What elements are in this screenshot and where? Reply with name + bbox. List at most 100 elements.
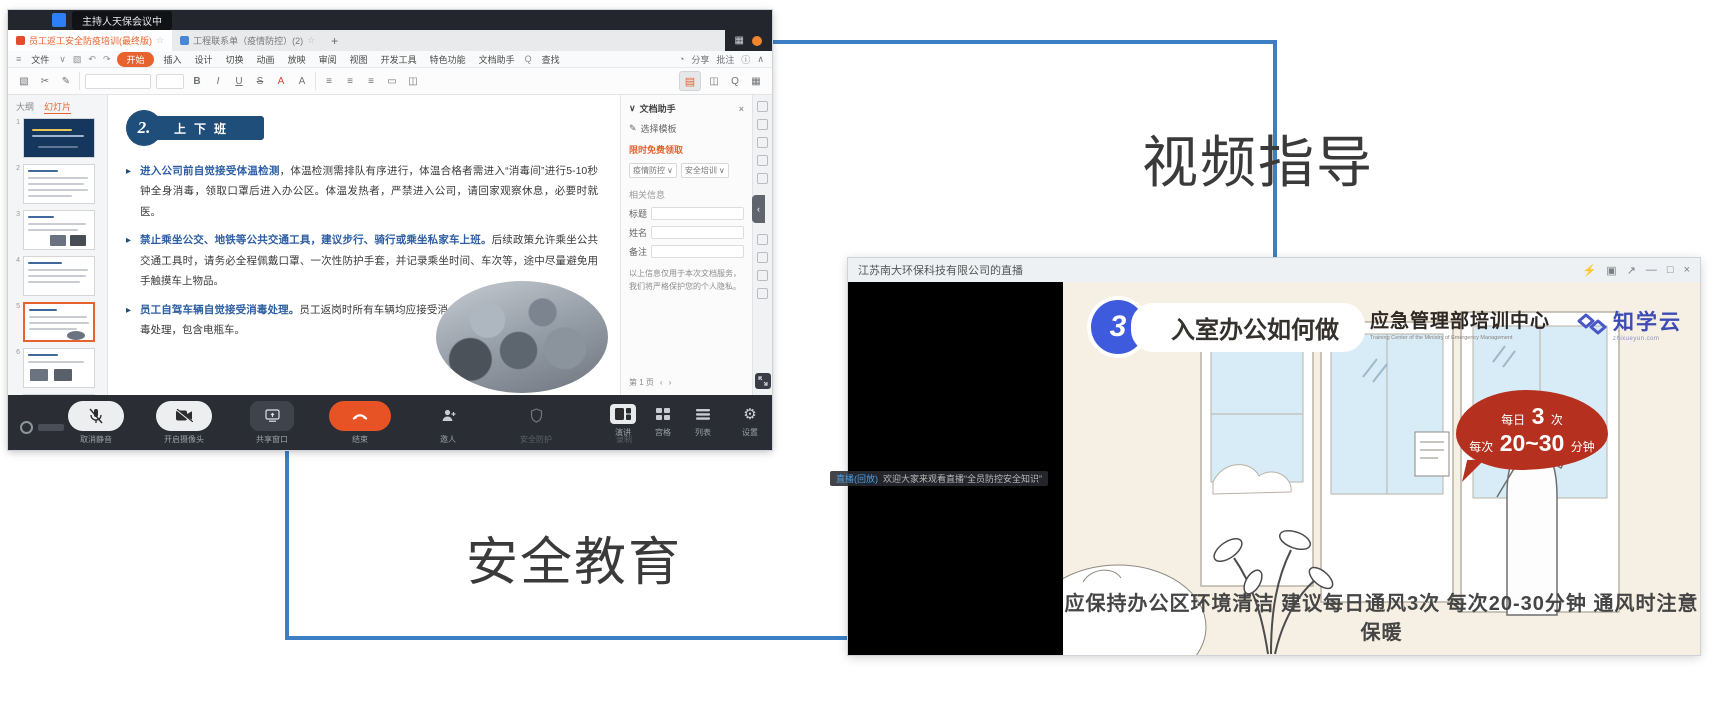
- video-content[interactable]: 3 入室办公如何做 应急管理部培训中心 Training Center of t…: [1063, 282, 1700, 655]
- grid-view-button[interactable]: 宫格: [650, 404, 676, 438]
- maximize-icon[interactable]: □: [1667, 264, 1674, 277]
- comment-button[interactable]: 批注: [716, 53, 734, 66]
- chevron-down-icon[interactable]: ∨: [629, 103, 636, 114]
- ribbon-tab-animation[interactable]: 动画: [254, 52, 278, 67]
- side-tool-icon[interactable]: [757, 155, 768, 166]
- slide-thumb-5-selected[interactable]: [23, 302, 95, 342]
- main-menu-icon[interactable]: ≡: [16, 54, 21, 64]
- unmute-button[interactable]: 取消静音: [64, 401, 128, 445]
- field-name-input[interactable]: [651, 226, 744, 239]
- invite-button[interactable]: 邀人: [416, 401, 480, 445]
- prev-page-icon[interactable]: ‹: [660, 378, 663, 387]
- slide-thumb-2[interactable]: [23, 164, 95, 204]
- star-icon[interactable]: ☆: [156, 35, 164, 46]
- slide-layout-icon[interactable]: ◫: [405, 73, 421, 89]
- ribbon-tab-slideshow[interactable]: 放映: [285, 52, 309, 67]
- ribbon-tab-review[interactable]: 审阅: [316, 52, 340, 67]
- popout-icon[interactable]: ▣: [1606, 264, 1616, 277]
- fullscreen-expand-icon[interactable]: [755, 373, 771, 389]
- select-template-type[interactable]: 疫情防控∨: [629, 163, 677, 178]
- menu-file[interactable]: 文件: [28, 52, 52, 67]
- flash-icon[interactable]: ⚡: [1583, 264, 1597, 277]
- doc-tab-2-label: 工程联系单（疫情防控）(2): [193, 34, 303, 47]
- tab-outline[interactable]: 大纲: [16, 100, 34, 114]
- paste-icon[interactable]: ▧: [16, 73, 32, 89]
- ribbon-tab-features[interactable]: 特色功能: [427, 52, 469, 67]
- security-button[interactable]: 安全防护: [504, 401, 568, 445]
- close-icon[interactable]: ×: [1684, 264, 1690, 277]
- next-page-icon[interactable]: ›: [669, 378, 672, 387]
- bold-button[interactable]: B: [189, 73, 205, 89]
- notification-icon[interactable]: ◔: [679, 54, 684, 64]
- side-tool-icon[interactable]: [757, 119, 768, 130]
- template-label[interactable]: 选择模板: [641, 122, 677, 135]
- collapse-ribbon-icon[interactable]: ∧: [757, 54, 764, 65]
- promo-link[interactable]: 限时免费领取: [629, 143, 744, 156]
- fullscreen-icon[interactable]: ↗: [1627, 264, 1636, 277]
- settings-button[interactable]: ⚙ 设置: [742, 406, 758, 438]
- save-icon[interactable]: ▧: [73, 54, 82, 65]
- format-painter-icon[interactable]: ✎: [58, 73, 74, 89]
- font-color-button[interactable]: A: [273, 73, 289, 89]
- font-name-select[interactable]: [85, 74, 151, 89]
- side-tool-icon[interactable]: [757, 288, 768, 299]
- strikethrough-button[interactable]: S: [252, 73, 268, 89]
- info-icon[interactable]: ⓘ: [741, 53, 750, 66]
- help-icon[interactable]: Q: [727, 73, 743, 89]
- video-window-titlebar[interactable]: 江苏南大环保科技有限公司的直播 ⚡ ▣ ↗ — □ ×: [848, 258, 1700, 282]
- slide-thumb-4[interactable]: [23, 256, 95, 296]
- ribbon-tab-devtools[interactable]: 开发工具: [378, 52, 420, 67]
- field-remark-input[interactable]: [651, 245, 744, 258]
- tab-slides[interactable]: 幻灯片: [44, 100, 71, 114]
- highlight-color-button[interactable]: A: [294, 73, 310, 89]
- undo-icon[interactable]: ↶: [88, 54, 96, 65]
- menu-right-cluster: ◔ 分享 批注 ⓘ ∧: [679, 53, 764, 66]
- custom-area-icon[interactable]: ▦: [748, 73, 764, 89]
- field-title-input[interactable]: [651, 207, 744, 220]
- font-size-select[interactable]: [156, 74, 184, 89]
- doc-tab-1[interactable]: 员工返工安全防疫培训(最终版) ☆: [8, 30, 172, 51]
- share-button[interactable]: 分享: [691, 53, 709, 66]
- cut-icon[interactable]: ✂: [37, 73, 53, 89]
- underline-button[interactable]: U: [231, 73, 247, 89]
- user-avatar[interactable]: [752, 36, 762, 46]
- material-library-button[interactable]: ▤: [679, 71, 701, 91]
- ribbon-tab-transition[interactable]: 切换: [223, 52, 247, 67]
- share-window-button[interactable]: 共享窗口: [240, 401, 304, 445]
- slide-thumb-6[interactable]: [23, 348, 95, 388]
- collapse-pane-handle[interactable]: ‹: [752, 195, 765, 223]
- side-tool-icon[interactable]: [757, 101, 768, 112]
- ribbon-tab-design[interactable]: 设计: [192, 52, 216, 67]
- speaker-view-button[interactable]: 演讲: [610, 404, 636, 438]
- ribbon-tab-assistant[interactable]: 文档助手: [476, 52, 518, 67]
- search-icon[interactable]: Q: [525, 54, 532, 64]
- doc-tab-2[interactable]: 工程联系单（疫情防控）(2) ☆: [172, 30, 323, 51]
- side-tool-icon[interactable]: [757, 270, 768, 281]
- side-tool-icon[interactable]: [757, 252, 768, 263]
- slide-thumb-3[interactable]: [23, 210, 95, 250]
- side-tool-icon[interactable]: [757, 137, 768, 148]
- close-icon[interactable]: ×: [739, 104, 744, 114]
- italic-button[interactable]: I: [210, 73, 226, 89]
- ribbon-tab-start[interactable]: 开始: [117, 52, 153, 67]
- new-tools-icon[interactable]: ◫: [706, 73, 722, 89]
- menu-search-label[interactable]: 查找: [539, 52, 563, 67]
- select-template-style[interactable]: 安全培训∨: [681, 163, 729, 178]
- slide-thumb-1[interactable]: [23, 118, 95, 158]
- align-left-icon[interactable]: ≡: [321, 73, 337, 89]
- ribbon-tab-insert[interactable]: 插入: [161, 52, 185, 67]
- new-tab-button[interactable]: +: [323, 34, 346, 48]
- side-tool-icon[interactable]: [757, 234, 768, 245]
- minimize-icon[interactable]: —: [1646, 264, 1657, 277]
- apps-grid-icon[interactable]: ▦: [735, 35, 744, 46]
- star-icon[interactable]: ☆: [307, 35, 315, 46]
- ribbon-tab-view[interactable]: 视图: [347, 52, 371, 67]
- end-meeting-button[interactable]: 结束: [328, 401, 392, 445]
- bullet-list-icon[interactable]: ▭: [384, 73, 400, 89]
- align-right-icon[interactable]: ≡: [363, 73, 379, 89]
- list-view-button[interactable]: 列表: [690, 404, 716, 438]
- redo-icon[interactable]: ↷: [103, 54, 111, 65]
- start-camera-button[interactable]: 开启摄像头: [152, 401, 216, 445]
- side-tool-icon[interactable]: [757, 173, 768, 184]
- align-center-icon[interactable]: ≡: [342, 73, 358, 89]
